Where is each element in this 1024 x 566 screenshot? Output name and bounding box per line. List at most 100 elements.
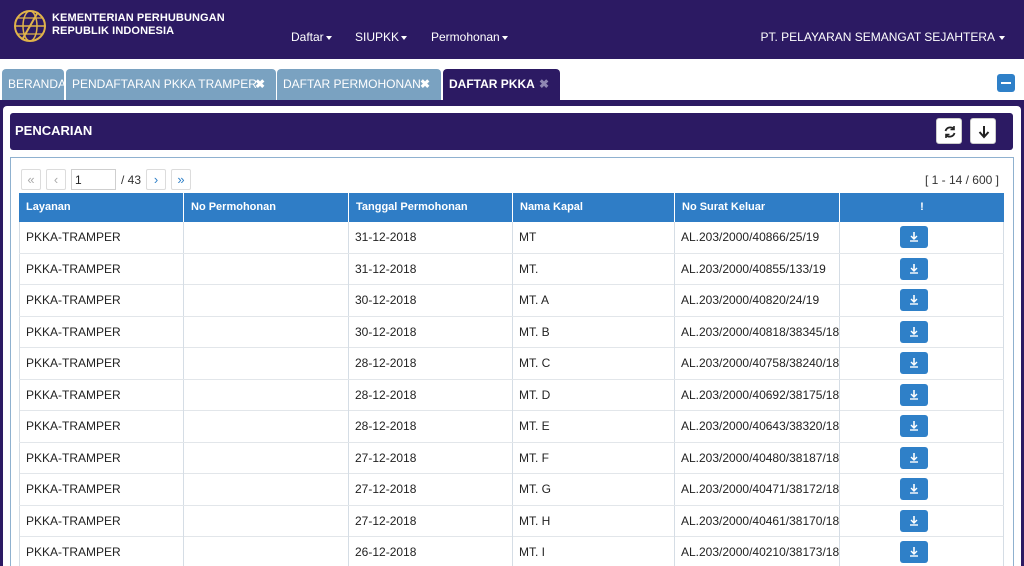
table-row[interactable]: PKKA-TRAMPER 26-12-2018 MT. I AL.203/2000/4… xyxy=(19,537,1004,566)
download-button[interactable] xyxy=(900,509,928,532)
column-header-tanggal-permohonan[interactable]: Tanggal Permohonan xyxy=(349,193,513,222)
download-button[interactable] xyxy=(900,383,928,406)
cell-tanggal-permohonan: 30-12-2018 xyxy=(349,285,513,316)
cell-action xyxy=(840,442,1004,474)
tab-daftar-pkka-label: DAFTAR PKKA xyxy=(449,77,535,91)
refresh-button[interactable] xyxy=(936,118,962,144)
search-header-bar xyxy=(10,113,1013,150)
download-button[interactable] xyxy=(900,257,928,280)
download-button[interactable] xyxy=(900,478,928,500)
tab-daftar-pkka[interactable]: DAFTAR PKKA ✖ xyxy=(443,69,560,101)
download-button[interactable] xyxy=(900,352,928,374)
download-icon xyxy=(910,232,918,242)
nav-permohonan-label: Permohonan xyxy=(431,30,500,44)
arrow-down-icon xyxy=(978,126,990,139)
cell-no-surat-keluar: AL.203/2000/40210/38173/18 xyxy=(675,537,840,566)
cell-no-permohonan xyxy=(184,442,349,474)
close-icon[interactable]: ✖ xyxy=(255,69,265,99)
cell-action xyxy=(840,379,1004,411)
tab-beranda[interactable]: BERANDA xyxy=(2,69,67,101)
search-title: PENCARIAN xyxy=(15,123,93,138)
table-header: Layanan No Permohonan Tanggal Permohonan… xyxy=(19,193,1004,222)
cell-no-permohonan xyxy=(184,222,349,253)
cell-action xyxy=(840,474,1004,505)
first-page-button[interactable]: « xyxy=(21,169,41,190)
cell-no-surat-keluar: AL.203/2000/40855/133/19 xyxy=(675,253,840,285)
cell-tanggal-permohonan: 27-12-2018 xyxy=(349,442,513,474)
cell-nama-kapal: MT. C xyxy=(513,348,675,379)
collapse-panel-button[interactable] xyxy=(997,74,1015,92)
table-row[interactable]: PKKA-TRAMPER 31-12-2018 MT AL.203/2000/4086… xyxy=(19,222,1004,254)
download-icon xyxy=(910,358,918,368)
cell-no-permohonan xyxy=(184,505,349,537)
close-icon[interactable]: ✖ xyxy=(539,69,549,99)
table-row[interactable]: PKKA-TRAMPER 30-12-2018 MT. A AL.203/2000/4… xyxy=(19,285,1004,317)
column-header-no-permohonan[interactable]: No Permohonan xyxy=(184,193,349,222)
cell-layanan: PKKA-TRAMPER xyxy=(19,474,184,505)
cell-layanan: PKKA-TRAMPER xyxy=(19,411,184,442)
caret-down-icon xyxy=(999,35,1005,40)
column-header-nama-kapal[interactable]: Nama Kapal xyxy=(513,193,675,222)
cell-tanggal-permohonan: 31-12-2018 xyxy=(349,253,513,285)
tab-daftar-permohonan-label: DAFTAR PERMOHONAN xyxy=(283,77,421,91)
chevron-left-icon: ‹ xyxy=(53,172,59,187)
cell-action xyxy=(840,285,1004,316)
cell-tanggal-permohonan: 26-12-2018 xyxy=(349,537,513,566)
tab-beranda-label: BERANDA xyxy=(8,77,67,91)
tab-pendaftaran-pkka-tramper[interactable]: PENDAFTARAN PKKA TRAMPER ✖ xyxy=(66,69,276,101)
nav-siupkk[interactable]: SIUPKK xyxy=(355,30,408,44)
download-button[interactable] xyxy=(900,226,928,248)
download-icon xyxy=(910,515,918,526)
page-number-input[interactable] xyxy=(71,169,116,190)
refresh-icon xyxy=(944,126,956,138)
download-button[interactable] xyxy=(900,415,928,437)
download-button[interactable] xyxy=(900,446,928,469)
page-total: / 43 xyxy=(121,173,142,187)
table-row[interactable]: PKKA-TRAMPER 28-12-2018 MT. C AL.203/2000/4… xyxy=(19,348,1004,380)
table-row[interactable]: PKKA-TRAMPER 31-12-2018 MT. AL.203/2000/408… xyxy=(19,253,1004,285)
prev-page-button[interactable]: ‹ xyxy=(46,169,66,190)
record-range: [ 1 - 14 / 600 ] xyxy=(924,173,999,187)
cell-nama-kapal: MT. xyxy=(513,253,675,285)
cell-no-surat-keluar: AL.203/2000/40471/38172/18 xyxy=(675,474,840,505)
tab-bar: BERANDA PENDAFTARAN PKKA TRAMPER ✖ DAFTAR… xyxy=(0,59,1024,101)
close-icon[interactable]: ✖ xyxy=(420,69,430,99)
cell-no-surat-keluar: AL.203/2000/40480/38187/18 xyxy=(675,442,840,474)
cell-no-surat-keluar: AL.203/2000/40866/25/19 xyxy=(675,222,840,253)
cell-nama-kapal: MT. E xyxy=(513,411,675,442)
cell-nama-kapal: MT. G xyxy=(513,474,675,505)
caret-down-icon xyxy=(401,35,408,40)
cell-no-permohonan xyxy=(184,537,349,566)
nav-daftar[interactable]: Daftar xyxy=(291,30,332,44)
next-page-button[interactable]: › xyxy=(146,169,166,190)
table-row[interactable]: PKKA-TRAMPER 28-12-2018 MT. D AL.203/2000/4… xyxy=(19,379,1004,411)
nav-permohonan[interactable]: Permohonan xyxy=(431,30,508,44)
cell-tanggal-permohonan: 31-12-2018 xyxy=(349,222,513,253)
cell-no-permohonan xyxy=(184,411,349,442)
cell-action xyxy=(840,316,1004,348)
table-row[interactable]: PKKA-TRAMPER 27-12-2018 MT. G AL.203/2000/4… xyxy=(19,474,1004,506)
cell-no-permohonan xyxy=(184,285,349,316)
company-menu[interactable]: PT. PELAYARAN SEMANGAT SEJAHTERA xyxy=(760,30,1005,44)
download-button[interactable] xyxy=(900,541,928,563)
cell-tanggal-permohonan: 27-12-2018 xyxy=(349,505,513,537)
table-row[interactable]: PKKA-TRAMPER 27-12-2018 MT. H AL.203/2000/4… xyxy=(19,505,1004,537)
column-header-no-surat-keluar[interactable]: No Surat Keluar xyxy=(675,193,840,222)
download-button[interactable] xyxy=(900,289,928,311)
table-row[interactable]: PKKA-TRAMPER 30-12-2018 MT. B AL.203/2000/4… xyxy=(19,316,1004,348)
cell-layanan: PKKA-TRAMPER xyxy=(19,505,184,537)
cell-tanggal-permohonan: 28-12-2018 xyxy=(349,348,513,379)
cell-no-surat-keluar: AL.203/2000/40818/38345/18 xyxy=(675,316,840,348)
cell-nama-kapal: MT. H xyxy=(513,505,675,537)
cell-no-permohonan xyxy=(184,348,349,379)
cell-no-permohonan xyxy=(184,253,349,285)
export-button[interactable] xyxy=(970,118,996,144)
table-row[interactable]: PKKA-TRAMPER 27-12-2018 MT. F AL.203/2000/4… xyxy=(19,442,1004,474)
last-page-button[interactable]: » xyxy=(171,169,191,190)
cell-no-surat-keluar: AL.203/2000/40820/24/19 xyxy=(675,285,840,316)
download-button[interactable] xyxy=(900,320,928,343)
table-row[interactable]: PKKA-TRAMPER 28-12-2018 MT. E AL.203/2000/4… xyxy=(19,411,1004,443)
column-header-layanan[interactable]: Layanan xyxy=(19,193,184,222)
tab-daftar-permohonan[interactable]: DAFTAR PERMOHONAN ✖ xyxy=(277,69,441,101)
cell-nama-kapal: MT. I xyxy=(513,537,675,566)
